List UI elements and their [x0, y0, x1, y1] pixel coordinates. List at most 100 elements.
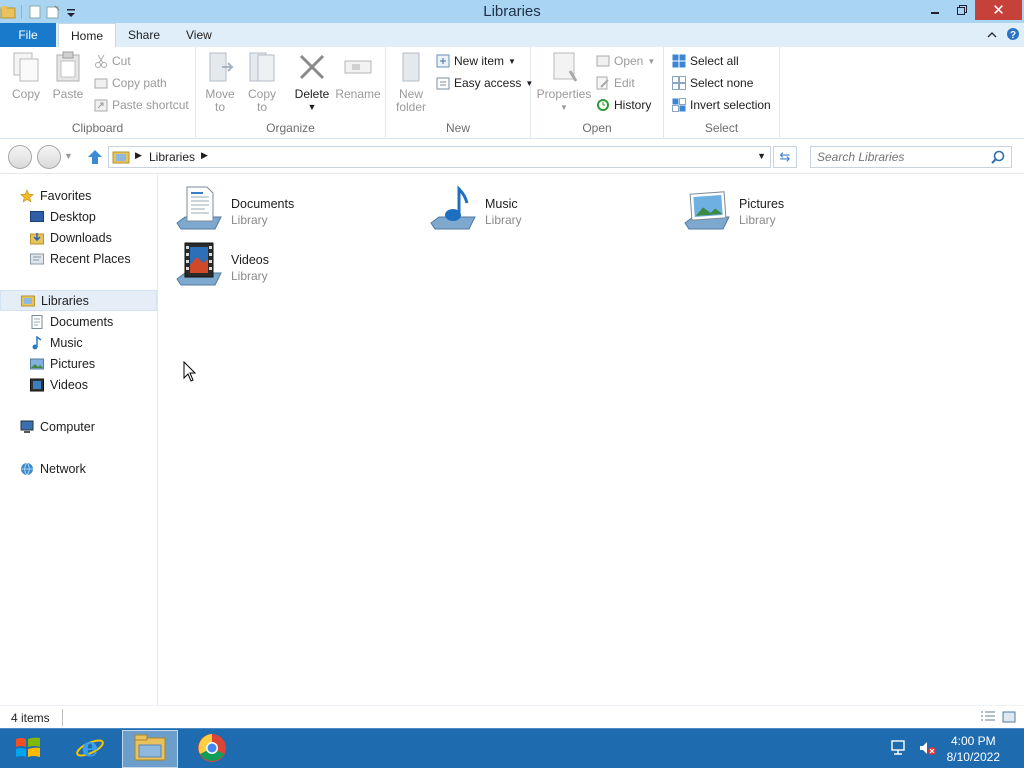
paste-shortcut-label: Paste shortcut	[112, 98, 189, 112]
move-to-label-2: to	[214, 100, 225, 114]
up-arrow-icon[interactable]	[86, 148, 104, 169]
details-view-icon[interactable]	[980, 710, 996, 727]
documents-icon	[30, 314, 44, 329]
nav-item-videos[interactable]: Videos	[0, 374, 157, 395]
help-icon[interactable]: ?	[1006, 27, 1020, 44]
library-type: Library	[231, 269, 268, 283]
delete-x-icon	[296, 51, 328, 85]
history-button[interactable]: History	[596, 95, 651, 115]
paste-shortcut-button[interactable]: Paste shortcut	[94, 95, 189, 115]
library-tile-videos[interactable]: Videos Library	[160, 235, 390, 291]
nav-libraries[interactable]: Libraries	[0, 290, 157, 311]
volume-muted-icon[interactable]	[918, 739, 936, 760]
organize-group-label: Organize	[266, 121, 315, 135]
item-count: 4 items	[11, 711, 50, 725]
tab-share[interactable]: Share	[116, 23, 172, 47]
back-button[interactable]	[8, 145, 32, 169]
library-tile-pictures[interactable]: Pictures Library	[668, 179, 898, 235]
collapse-ribbon-icon[interactable]	[986, 29, 998, 43]
taskbar-internet-explorer[interactable]: e	[62, 730, 118, 768]
delete-dropdown-icon[interactable]: ▼	[308, 101, 317, 114]
nav-item-label: Pictures	[50, 356, 96, 371]
select-none-icon	[672, 76, 686, 90]
svg-text:e: e	[82, 733, 99, 763]
edit-button[interactable]: Edit	[596, 73, 635, 93]
documents-library-icon	[175, 185, 223, 233]
address-dropdown-chevron-down-icon[interactable]: ▼	[757, 151, 766, 161]
select-none-label: Select none	[690, 76, 754, 90]
search-box[interactable]	[810, 146, 1012, 168]
invert-selection-button[interactable]: Invert selection	[672, 95, 771, 115]
copy-path-button[interactable]: Copy path	[94, 73, 167, 93]
clock[interactable]: 4:00 PM 8/10/2022	[947, 733, 1000, 765]
nav-item-pictures[interactable]: Pictures	[0, 353, 157, 374]
easy-access-label: Easy access	[454, 76, 522, 90]
copy-to-button[interactable]: Copy to	[242, 51, 282, 114]
open-button[interactable]: Open ▼	[596, 51, 655, 71]
rename-button[interactable]: Rename	[335, 51, 381, 101]
edit-icon	[596, 76, 610, 90]
library-type: Library	[231, 213, 268, 227]
breadcrumb-chevron-icon[interactable]: ▶	[201, 150, 208, 161]
breadcrumb-chevron-icon[interactable]: ▶	[135, 150, 142, 161]
address-bar[interactable]: ▶ Libraries ▶ ▼	[108, 146, 771, 168]
taskbar-chrome[interactable]	[184, 730, 240, 768]
recent-locations-chevron-down-icon[interactable]: ▼	[64, 151, 73, 161]
file-list: Documents Library Music Library Pictures…	[160, 175, 1024, 705]
search-icon[interactable]	[991, 150, 1005, 167]
select-group: Select all Select none Invert selection …	[664, 47, 780, 139]
new-folder-button[interactable]: New folder	[391, 51, 431, 114]
new-item-label: New item	[454, 54, 505, 68]
copy-to-icon	[246, 51, 278, 85]
star-icon	[19, 188, 35, 203]
search-input[interactable]	[817, 149, 987, 165]
tab-home[interactable]: Home	[58, 23, 117, 47]
taskbar-file-explorer[interactable]	[122, 730, 178, 768]
nav-item-recent-places[interactable]: Recent Places	[0, 248, 157, 269]
refresh-button[interactable]: ⇆	[773, 146, 797, 168]
cut-label: Cut	[112, 54, 131, 68]
tab-file[interactable]: File	[0, 23, 56, 47]
new-group-label: New	[445, 121, 470, 135]
nav-network[interactable]: Network	[0, 458, 157, 479]
cut-button[interactable]: Cut	[94, 51, 131, 71]
select-none-button[interactable]: Select none	[672, 73, 753, 93]
properties-button[interactable]: Properties ▼	[537, 51, 591, 114]
nav-item-music[interactable]: Music	[0, 332, 157, 353]
start-button[interactable]	[0, 730, 56, 768]
library-tile-music[interactable]: Music Library	[414, 179, 644, 235]
select-all-button[interactable]: Select all	[672, 51, 739, 71]
paste-button[interactable]: Paste	[48, 51, 88, 101]
nav-item-documents[interactable]: Documents	[0, 311, 157, 332]
minimize-button[interactable]	[921, 0, 948, 20]
forward-button[interactable]	[37, 145, 61, 169]
nav-item-downloads[interactable]: Downloads	[0, 227, 157, 248]
copy-to-label-2: to	[256, 100, 267, 114]
easy-access-button[interactable]: Easy access ▼	[436, 73, 533, 93]
library-tile-documents[interactable]: Documents Library	[160, 179, 390, 235]
network-status-icon[interactable]	[890, 739, 908, 760]
new-item-button[interactable]: New item ▼	[436, 51, 516, 71]
desktop-icon	[30, 210, 44, 224]
new-item-icon	[436, 54, 450, 68]
system-tray	[890, 739, 936, 760]
large-icons-view-icon[interactable]	[1002, 710, 1016, 727]
music-library-icon	[429, 185, 477, 233]
restore-button[interactable]	[948, 0, 975, 20]
properties-dropdown-icon: ▼	[560, 103, 568, 112]
downloads-folder-icon	[30, 231, 44, 245]
nav-computer[interactable]: Computer	[0, 416, 157, 437]
open-group: Properties ▼ Open ▼ Edit History Open	[531, 47, 664, 139]
move-to-button[interactable]: Move to	[200, 51, 240, 114]
nav-favorites[interactable]: Favorites	[0, 185, 157, 206]
videos-library-icon	[175, 241, 223, 289]
nav-item-desktop[interactable]: Desktop	[0, 206, 157, 227]
title-bar: Libraries ✕	[0, 0, 1024, 23]
delete-button[interactable]: Delete ▼	[292, 51, 332, 114]
nav-computer-label: Computer	[40, 419, 95, 434]
nav-item-label: Music	[50, 335, 83, 350]
breadcrumb-libraries[interactable]: Libraries	[149, 150, 195, 164]
tab-view[interactable]: View	[174, 23, 224, 47]
close-button[interactable]: ✕	[975, 0, 1022, 20]
copy-button[interactable]: Copy	[6, 51, 46, 101]
